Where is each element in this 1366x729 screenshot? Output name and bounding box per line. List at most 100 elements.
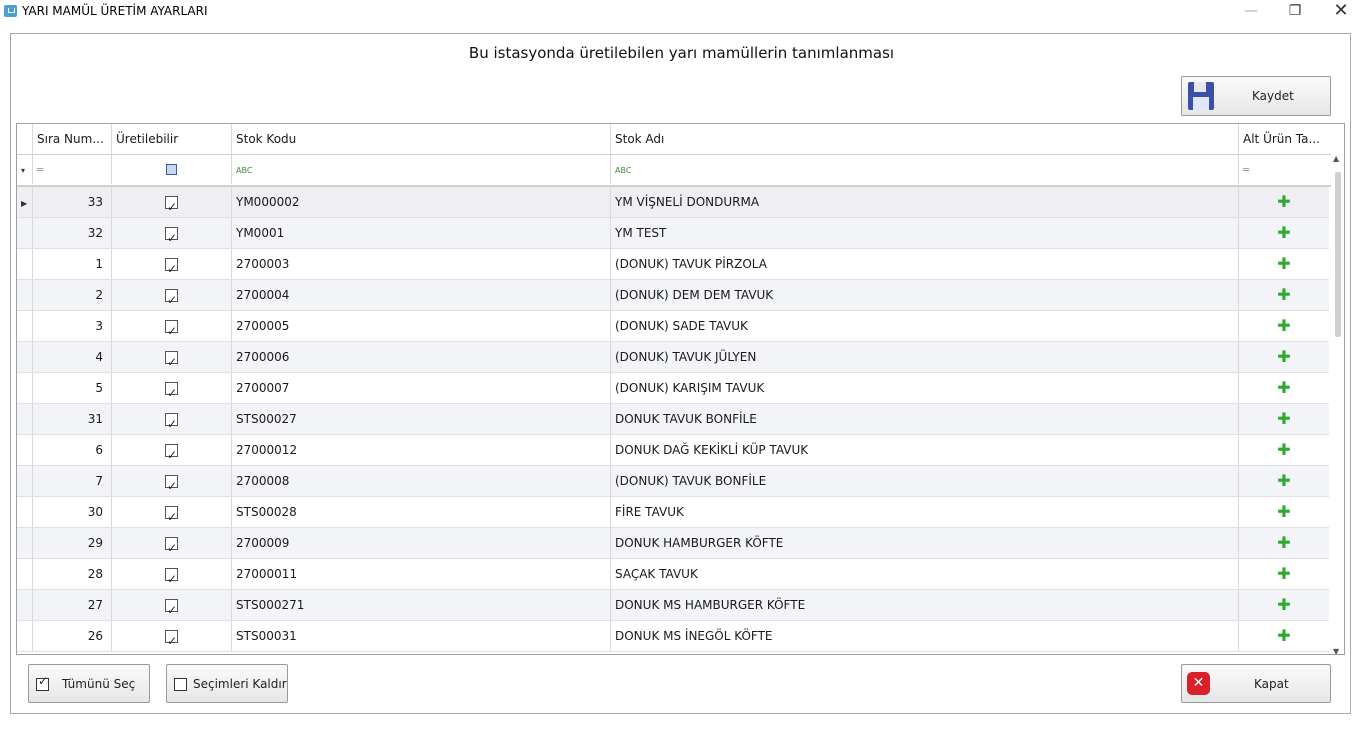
scroll-down-icon[interactable]: ▼ — [1333, 647, 1339, 654]
filter-uretilebilir[interactable] — [112, 154, 232, 184]
close-window-button[interactable]: ✕ — [1318, 0, 1364, 24]
cell-sira[interactable]: 4 — [33, 342, 112, 372]
table-row[interactable]: 7 2700008(DONUK) TAVUK BONFİLE ✚ — [17, 466, 1329, 497]
cell-sira[interactable]: 7 — [33, 466, 112, 496]
cell-alt-urun[interactable]: ✚ — [1239, 311, 1329, 341]
cell-uretilebilir[interactable] — [112, 466, 232, 496]
filter-sira[interactable]: ═ — [33, 154, 112, 184]
cell-stok-kodu[interactable]: 2700008 — [232, 466, 611, 496]
vertical-scrollbar[interactable]: ▲ ▼ — [1331, 154, 1344, 654]
cell-alt-urun[interactable]: ✚ — [1239, 497, 1329, 527]
cell-alt-urun[interactable]: ✚ — [1239, 466, 1329, 496]
column-header-stok-kodu[interactable]: Stok Kodu — [232, 124, 611, 154]
cell-alt-urun[interactable]: ✚ — [1239, 528, 1329, 558]
cell-stok-adi[interactable]: (DONUK) TAVUK JÜLYEN — [611, 342, 1239, 372]
plus-icon[interactable]: ✚ — [1277, 621, 1290, 651]
cell-stok-kodu[interactable]: 27000011 — [232, 559, 611, 589]
cell-stok-kodu[interactable]: 2700007 — [232, 373, 611, 403]
table-row[interactable]: 5 2700007(DONUK) KARIŞIM TAVUK ✚ — [17, 373, 1329, 404]
cell-stok-adi[interactable]: (DONUK) TAVUK PİRZOLA — [611, 249, 1239, 279]
cell-alt-urun[interactable]: ✚ — [1239, 187, 1329, 217]
cell-stok-adi[interactable]: FİRE TAVUK — [611, 497, 1239, 527]
checkbox[interactable] — [165, 409, 178, 434]
cell-stok-adi[interactable]: DONUK DAĞ KEKİKLİ KÜP TAVUK — [611, 435, 1239, 465]
plus-icon[interactable]: ✚ — [1277, 559, 1290, 589]
plus-icon[interactable]: ✚ — [1277, 249, 1290, 279]
cell-stok-adi[interactable]: DONUK MS HAMBURGER KÖFTE — [611, 590, 1239, 620]
cell-sira[interactable]: 2 — [33, 280, 112, 310]
cell-sira[interactable]: 28 — [33, 559, 112, 589]
plus-icon[interactable]: ✚ — [1277, 590, 1290, 620]
close-button[interactable]: ✕ Kapat — [1181, 664, 1331, 703]
plus-icon[interactable]: ✚ — [1277, 280, 1290, 310]
cell-uretilebilir[interactable] — [112, 497, 232, 527]
checkbox[interactable] — [165, 285, 178, 310]
select-all-button[interactable]: Tümünü Seç — [28, 664, 150, 703]
cell-stok-adi[interactable]: DONUK HAMBURGER KÖFTE — [611, 528, 1239, 558]
checkbox[interactable] — [165, 471, 178, 496]
column-header-stok-adi[interactable]: Stok Adı — [611, 124, 1239, 154]
filter-stok-adi[interactable]: ABC — [611, 154, 1239, 184]
table-row[interactable]: 28 27000011SAÇAK TAVUK ✚ — [17, 559, 1329, 590]
checkbox[interactable] — [165, 378, 178, 403]
filter-alt-urun[interactable]: ═ — [1239, 154, 1329, 184]
cell-stok-adi[interactable]: (DONUK) KARIŞIM TAVUK — [611, 373, 1239, 403]
checkbox[interactable] — [165, 533, 178, 558]
table-row[interactable]: 27 STS000271DONUK MS HAMBURGER KÖFTE ✚ — [17, 590, 1329, 621]
cell-sira[interactable]: 5 — [33, 373, 112, 403]
column-header-alt-urun[interactable]: Alt Ürün Ta... — [1239, 124, 1329, 154]
minimize-button[interactable]: — — [1228, 0, 1274, 24]
cell-stok-adi[interactable]: YM TEST — [611, 218, 1239, 248]
cell-uretilebilir[interactable] — [112, 311, 232, 341]
cell-uretilebilir[interactable] — [112, 435, 232, 465]
cell-sira[interactable]: 27 — [33, 590, 112, 620]
checkbox[interactable] — [165, 316, 178, 341]
plus-icon[interactable]: ✚ — [1277, 435, 1290, 465]
table-row[interactable]: 1 2700003(DONUK) TAVUK PİRZOLA ✚ — [17, 249, 1329, 280]
cell-stok-kodu[interactable]: 2700005 — [232, 311, 611, 341]
table-row[interactable]: 4 2700006(DONUK) TAVUK JÜLYEN ✚ — [17, 342, 1329, 373]
checkbox[interactable] — [165, 192, 178, 217]
cell-stok-kodu[interactable]: YM000002 — [232, 187, 611, 217]
cell-uretilebilir[interactable] — [112, 373, 232, 403]
checkbox[interactable] — [165, 440, 178, 465]
checkbox[interactable] — [165, 223, 178, 248]
cell-sira[interactable]: 26 — [33, 621, 112, 651]
cell-stok-adi[interactable]: SAÇAK TAVUK — [611, 559, 1239, 589]
scroll-up-icon[interactable]: ▲ — [1333, 154, 1339, 163]
plus-icon[interactable]: ✚ — [1277, 187, 1290, 217]
plus-icon[interactable]: ✚ — [1277, 466, 1290, 496]
cell-stok-kodu[interactable]: 2700009 — [232, 528, 611, 558]
column-header-uretilebilir[interactable]: Üretilebilir — [112, 124, 232, 154]
cell-uretilebilir[interactable] — [112, 590, 232, 620]
clear-selections-button[interactable]: Seçimleri Kaldır — [166, 664, 288, 703]
cell-sira[interactable]: 29 — [33, 528, 112, 558]
table-row[interactable]: 6 27000012DONUK DAĞ KEKİKLİ KÜP TAVUK ✚ — [17, 435, 1329, 466]
cell-sira[interactable]: 6 — [33, 435, 112, 465]
cell-alt-urun[interactable]: ✚ — [1239, 342, 1329, 372]
table-row[interactable]: 31 STS00027DONUK TAVUK BONFİLE ✚ — [17, 404, 1329, 435]
checkbox[interactable] — [165, 595, 178, 620]
filter-stok-kodu[interactable]: ABC — [232, 154, 611, 184]
cell-stok-kodu[interactable]: STS00031 — [232, 621, 611, 651]
cell-stok-adi[interactable]: (DONUK) SADE TAVUK — [611, 311, 1239, 341]
checkbox[interactable] — [165, 626, 178, 651]
plus-icon[interactable]: ✚ — [1277, 311, 1290, 341]
cell-alt-urun[interactable]: ✚ — [1239, 435, 1329, 465]
plus-icon[interactable]: ✚ — [1277, 342, 1290, 372]
table-row[interactable]: ▶ 33 YM000002YM VİŞNELİ DONDURMA ✚ — [17, 187, 1329, 218]
cell-uretilebilir[interactable] — [112, 559, 232, 589]
cell-uretilebilir[interactable] — [112, 528, 232, 558]
cell-alt-urun[interactable]: ✚ — [1239, 404, 1329, 434]
table-row[interactable]: 29 2700009DONUK HAMBURGER KÖFTE ✚ — [17, 528, 1329, 559]
cell-sira[interactable]: 31 — [33, 404, 112, 434]
cell-alt-urun[interactable]: ✚ — [1239, 621, 1329, 651]
cell-stok-kodu[interactable]: 2700006 — [232, 342, 611, 372]
table-row[interactable]: 26 STS00031DONUK MS İNEGÖL KÖFTE ✚ — [17, 621, 1329, 652]
cell-alt-urun[interactable]: ✚ — [1239, 249, 1329, 279]
plus-icon[interactable]: ✚ — [1277, 497, 1290, 527]
cell-alt-urun[interactable]: ✚ — [1239, 590, 1329, 620]
cell-sira[interactable]: 32 — [33, 218, 112, 248]
cell-stok-adi[interactable]: DONUK MS İNEGÖL KÖFTE — [611, 621, 1239, 651]
cell-stok-kodu[interactable]: 2700003 — [232, 249, 611, 279]
